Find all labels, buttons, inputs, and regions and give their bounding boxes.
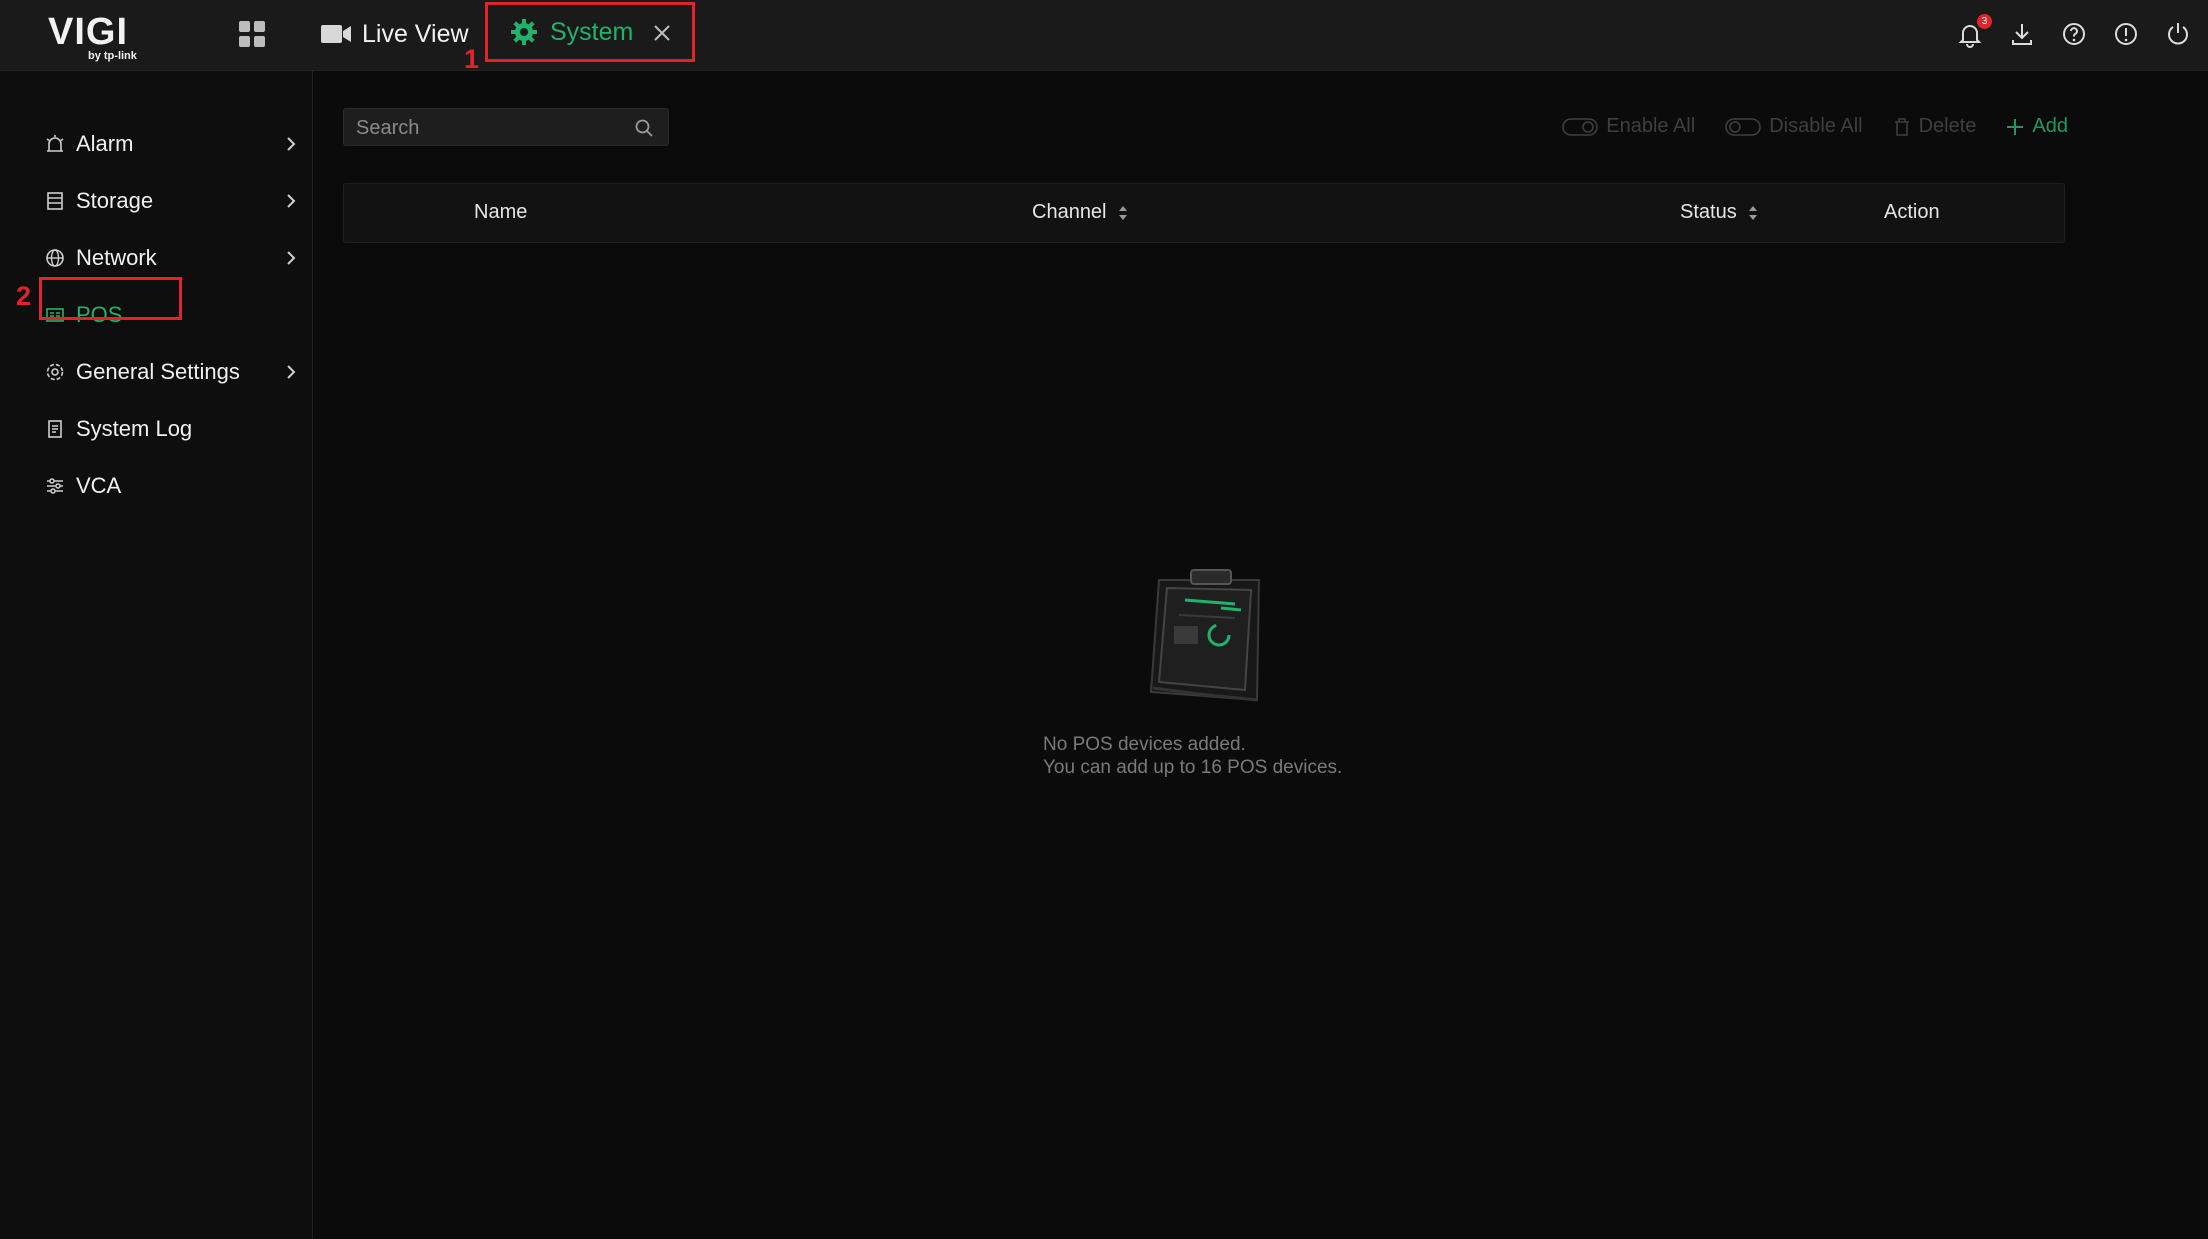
sidebar-item-storage[interactable]: Storage <box>44 181 304 221</box>
power-icon[interactable] <box>2164 20 2192 48</box>
info-icon[interactable] <box>2112 20 2140 48</box>
logo-subtext: by tp-link <box>88 50 137 62</box>
chevron-right-icon <box>287 251 296 265</box>
notification-badge: 3 <box>1977 14 1992 29</box>
annotation-number-2: 2 <box>16 281 32 311</box>
sidebar-item-label: Alarm <box>76 131 134 156</box>
tab-live-view-label: Live View <box>362 19 469 48</box>
top-bar: VIGI by tp-link Live View 1 System 3 <box>0 0 2208 74</box>
empty-message-line-2: You can add up to 16 POS devices. <box>1043 757 1343 778</box>
empty-clipboard-icon <box>1149 569 1261 702</box>
notification-button[interactable]: 3 <box>1956 14 1992 48</box>
top-right-toolbar: 3 <box>1956 14 2192 48</box>
tab-system-label: System <box>550 17 634 46</box>
vigi-logo: VIGI by tp-link <box>48 12 148 62</box>
globe-icon <box>46 249 64 267</box>
chevron-right-icon <box>287 365 296 379</box>
sidebar-item-network[interactable]: Network <box>44 238 304 278</box>
sidebar-item-label: Storage <box>76 188 154 213</box>
chevron-right-icon <box>287 137 296 151</box>
sidebar-item-general-settings[interactable]: General Settings <box>44 352 304 392</box>
main-content: Search Enable All Disable All Delete Add… <box>313 71 2208 1239</box>
sidebar-item-system-log[interactable]: System Log <box>44 409 304 449</box>
alarm-icon <box>46 135 64 152</box>
sidebar-item-vca[interactable]: VCA <box>44 466 304 506</box>
sidebar: Alarm Storage Network POS General Settin… <box>0 71 313 1239</box>
sidebar-item-label: Network <box>76 245 157 270</box>
download-icon[interactable] <box>2008 20 2036 48</box>
sidebar-item-alarm[interactable]: Alarm <box>44 124 304 164</box>
sidebar-item-label: General Settings <box>76 359 240 384</box>
close-icon[interactable] <box>652 23 672 43</box>
apps-grid-icon[interactable] <box>238 20 266 48</box>
settings-icon <box>46 363 64 381</box>
sidebar-item-label: System Log <box>76 416 193 441</box>
chevron-right-icon <box>287 194 296 208</box>
log-icon <box>48 420 62 438</box>
video-camera-icon <box>321 25 351 43</box>
help-icon[interactable] <box>2060 20 2088 48</box>
empty-state: No POS devices added. You can add up to … <box>313 71 2208 1239</box>
tab-system[interactable]: System <box>485 2 695 62</box>
sidebar-item-label: VCA <box>76 473 122 498</box>
storage-icon <box>47 192 63 210</box>
gear-icon <box>511 19 537 45</box>
empty-message: No POS devices added. You can add up to … <box>1043 733 1342 779</box>
annotation-highlight-box <box>39 277 182 320</box>
logo-text: VIGI <box>48 11 129 53</box>
sliders-icon <box>47 478 63 494</box>
tab-live-view[interactable]: Live View <box>320 14 469 54</box>
empty-message-line-1: No POS devices added. <box>1043 734 1246 755</box>
